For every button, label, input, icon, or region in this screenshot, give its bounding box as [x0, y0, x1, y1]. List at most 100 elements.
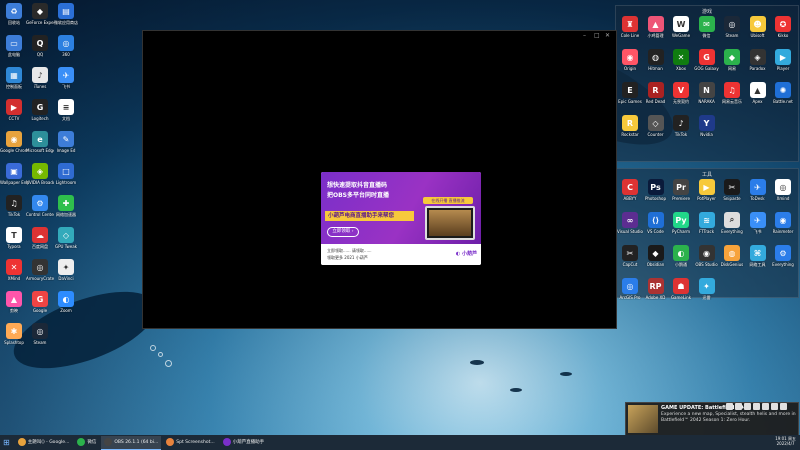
- desktop-shortcut[interactable]: ☻ Ubisoft: [744, 16, 772, 38]
- desktop-shortcut[interactable]: ◇ Counter: [642, 115, 670, 137]
- desktop-shortcut[interactable]: ♜ Cole Line: [616, 16, 644, 38]
- system-clock[interactable]: 19:01 周五 2022/4/7: [775, 436, 796, 446]
- taskbar-app-button[interactable]: Spt Screenshot...: [163, 436, 217, 449]
- desktop-shortcut[interactable]: □ Lightroom: [52, 163, 80, 185]
- desktop-shortcut[interactable]: ♪ iTunes: [26, 67, 54, 89]
- tray-icon[interactable]: [726, 403, 733, 410]
- desktop-shortcut[interactable]: ▶ CCTV: [0, 99, 28, 121]
- desktop-shortcut[interactable]: ✕ XMind: [0, 259, 28, 281]
- desktop-shortcut[interactable]: ▦ 控制面板: [0, 67, 28, 89]
- desktop-shortcut[interactable]: ◉ Rainmeter: [769, 212, 797, 234]
- desktop-shortcut[interactable]: ◎ Steam: [718, 16, 746, 38]
- maximize-button[interactable]: □: [594, 32, 600, 39]
- desktop-shortcut[interactable]: W WeGame: [667, 16, 695, 38]
- desktop-shortcut[interactable]: e Microsoft Edge: [26, 131, 54, 153]
- minimize-button[interactable]: –: [583, 32, 586, 39]
- desktop-shortcut[interactable]: ◎ Xmind: [769, 179, 797, 201]
- desktop-shortcut[interactable]: ◆ 网易: [718, 49, 746, 71]
- tray-icon[interactable]: [753, 403, 760, 410]
- tray-icon[interactable]: [744, 403, 751, 410]
- desktop-shortcut[interactable]: ⚙ Control Center: [26, 195, 54, 217]
- desktop-shortcut[interactable]: ✕ Xbox: [667, 49, 695, 71]
- desktop-shortcut[interactable]: ▤ 微软应用商店: [52, 3, 80, 25]
- desktop-shortcut[interactable]: ☁ 百度网盘: [26, 227, 54, 249]
- desktop-shortcut[interactable]: ♫ 网易云音乐: [718, 82, 746, 104]
- desktop-shortcut[interactable]: Ps Photoshop: [642, 179, 670, 201]
- desktop-shortcut[interactable]: G Logitech: [26, 99, 54, 121]
- tray-icon[interactable]: [780, 403, 787, 410]
- desktop-shortcut[interactable]: T Typora: [0, 227, 28, 249]
- desktop-shortcut[interactable]: E Epic Games: [616, 82, 644, 104]
- desktop-shortcut[interactable]: ▶ Player: [769, 49, 797, 71]
- desktop-shortcut[interactable]: ◍ Hitman: [642, 49, 670, 71]
- desktop-shortcut[interactable]: ☗ GameLink: [667, 278, 695, 300]
- desktop-shortcut[interactable]: ◆ Obsidian: [642, 245, 670, 267]
- desktop-shortcut[interactable]: ◐ Zoom: [52, 291, 80, 313]
- desktop-shortcut[interactable]: ∞ Visual Studio: [616, 212, 644, 234]
- desktop-shortcut[interactable]: ✚ 网络加速器: [52, 195, 80, 217]
- desktop-shortcut[interactable]: Y Nvidia: [693, 115, 721, 137]
- desktop-shortcut[interactable]: ♫ TikTok: [0, 195, 28, 217]
- desktop-shortcut[interactable]: ◉ OBS Studio: [693, 245, 721, 267]
- desktop-shortcut[interactable]: ▭ 此电脑: [0, 35, 28, 57]
- desktop-shortcut[interactable]: ✺ Battle.net: [769, 82, 797, 104]
- ad-claim-button[interactable]: 立即领取 ›: [327, 227, 359, 237]
- desktop-shortcut[interactable]: ◈ Paradox: [744, 49, 772, 71]
- desktop-shortcut[interactable]: ▶ PotPlayer: [693, 179, 721, 201]
- desktop-shortcut[interactable]: ✉ 微信: [693, 16, 721, 38]
- ad-card[interactable]: 想快速提取抖音直播码 把OBS多平台同时直播 小葫芦电商直播助手来帮您 立即领取…: [321, 172, 481, 265]
- desktop-shortcut[interactable]: ≡ 文档: [52, 99, 80, 121]
- desktop-shortcut[interactable]: ◆GeForce Experience: [26, 3, 54, 25]
- desktop-shortcut[interactable]: ▣Wallpaper Engine: [0, 163, 28, 185]
- desktop-shortcut[interactable]: N NARAKA: [693, 82, 721, 104]
- desktop-shortcut[interactable]: ♪ TikTok: [667, 115, 695, 137]
- desktop-shortcut[interactable]: G Google: [26, 291, 54, 313]
- taskbar-app-button[interactable]: OBS 26.1.1 (64 bi...: [101, 435, 162, 450]
- desktop-shortcut[interactable]: ✎ Image Ed: [52, 131, 80, 153]
- taskbar-app-button[interactable]: 微信: [74, 436, 99, 449]
- desktop-shortcut[interactable]: ▲ 剪映: [0, 291, 28, 313]
- close-button[interactable]: ✕: [605, 32, 610, 39]
- desktop-shortcut[interactable]: Q QQ: [26, 35, 54, 57]
- desktop-shortcut[interactable]: ◈NVIDIA Broadcast: [26, 163, 54, 185]
- desktop-shortcut[interactable]: ▲ Apex: [744, 82, 772, 104]
- desktop-shortcut[interactable]: ◉ Origin: [616, 49, 644, 71]
- desktop-shortcut[interactable]: V 无畏契约: [667, 82, 695, 104]
- desktop-shortcut[interactable]: ✈ ToDesk: [744, 179, 772, 201]
- desktop-shortcut[interactable]: ♻ 回收站: [0, 3, 28, 25]
- desktop-shortcut[interactable]: ✈ 飞书: [744, 212, 772, 234]
- desktop-shortcut[interactable]: ◎ Steam: [26, 323, 54, 345]
- desktop-shortcut[interactable]: ⚙ Everything: [769, 245, 797, 267]
- desktop-shortcut[interactable]: ≋ FTTrack: [693, 212, 721, 234]
- desktop-shortcut[interactable]: RP Adobe XD: [642, 278, 670, 300]
- desktop-shortcut[interactable]: ◐ 小鹅通: [667, 245, 695, 267]
- desktop-shortcut[interactable]: ⟨⟩ VS Code: [642, 212, 670, 234]
- desktop-shortcut[interactable]: ✂ CapCut: [616, 245, 644, 267]
- desktop-shortcut[interactable]: C ABBYY: [616, 179, 644, 201]
- desktop-shortcut[interactable]: Pr Premiere: [667, 179, 695, 201]
- desktop-shortcut[interactable]: R Rockstar: [616, 115, 644, 137]
- desktop-shortcut[interactable]: ✦ DaVinci: [52, 259, 80, 281]
- desktop-shortcut[interactable]: ✪ Kikko: [769, 16, 797, 38]
- desktop-shortcut[interactable]: G GOG Galaxy: [693, 49, 721, 71]
- taskbar-app-button[interactable]: 小葫芦直播助手: [220, 436, 268, 449]
- desktop-shortcut[interactable]: R Red Dead: [642, 82, 670, 104]
- desktop-shortcut[interactable]: ⌕ Everything: [718, 212, 746, 234]
- desktop-shortcut[interactable]: ◍ DiskGenius: [718, 245, 746, 267]
- desktop-shortcut[interactable]: ⌘ 网络工具: [744, 245, 772, 267]
- desktop-shortcut[interactable]: Py PyCharm: [667, 212, 695, 234]
- desktop-shortcut[interactable]: ✈ 飞书: [52, 67, 80, 89]
- desktop-shortcut[interactable]: ◉ Google Chrome: [0, 131, 28, 153]
- window-titlebar[interactable]: – □ ✕: [143, 31, 616, 40]
- desktop-shortcut[interactable]: ✂ Snipaste: [718, 179, 746, 201]
- desktop-shortcut[interactable]: ◇ GPU Tweak: [52, 227, 80, 249]
- desktop-shortcut[interactable]: ◎ ArcGIS Pro: [616, 278, 644, 300]
- taskbar-app-button[interactable]: 主題叫() - Google...: [15, 436, 73, 449]
- desktop-shortcut[interactable]: ✱ Splashtop: [0, 323, 28, 345]
- tray-icon[interactable]: [771, 403, 778, 410]
- desktop-shortcut[interactable]: ▲ 小鸡管理: [642, 16, 670, 38]
- desktop-shortcut[interactable]: ✦ 迅雷: [693, 278, 721, 300]
- start-button[interactable]: ⊞: [0, 436, 13, 449]
- desktop-shortcut[interactable]: ◎ 360: [52, 35, 80, 57]
- tray-icon[interactable]: [735, 403, 742, 410]
